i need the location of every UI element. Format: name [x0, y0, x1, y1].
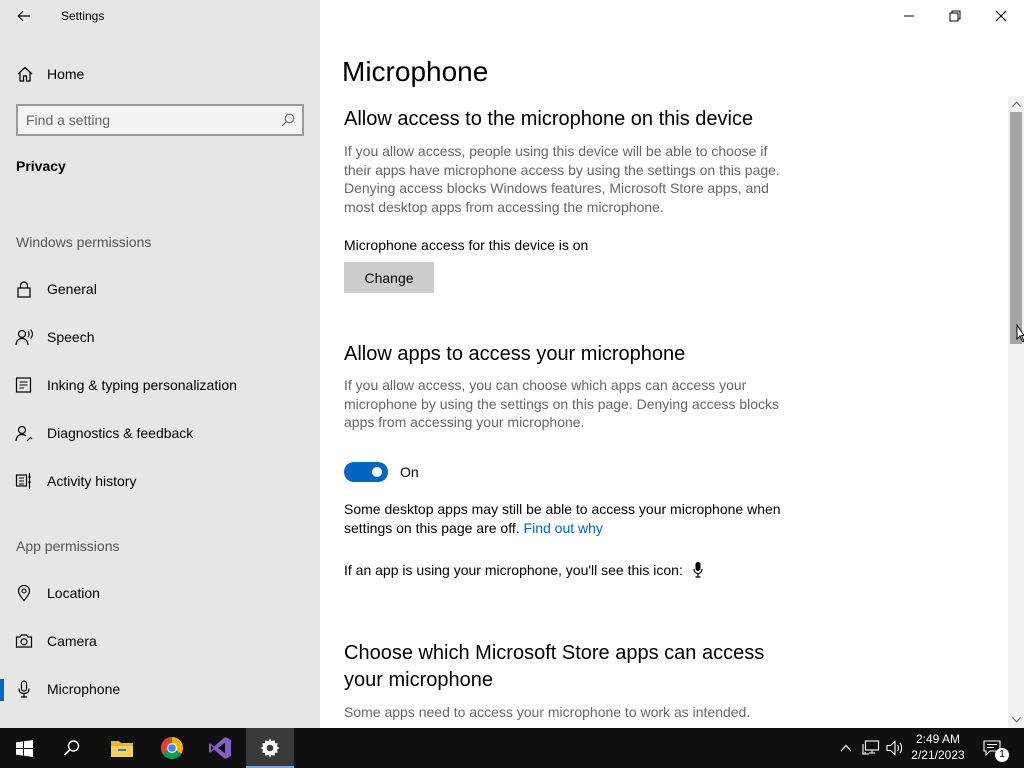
- restore-button[interactable]: [932, 0, 978, 32]
- camera-icon: [15, 634, 33, 648]
- titlebar-left: Settings: [0, 0, 320, 32]
- sidebar-item-label: Camera: [47, 633, 97, 649]
- microphone-indicator-icon: [693, 562, 703, 578]
- file-explorer-icon: [111, 741, 133, 757]
- app-access-description: If you allow access, you can choose whic…: [344, 377, 780, 430]
- sidebar-item-general[interactable]: General: [0, 269, 320, 309]
- sidebar-item-location[interactable]: Location: [0, 573, 320, 613]
- scroll-down-button[interactable]: [1008, 712, 1024, 728]
- toggle-state-label: On: [400, 464, 419, 480]
- chrome-icon: [161, 737, 183, 759]
- restore-icon: [949, 10, 961, 22]
- sidebar-item-speech[interactable]: Speech: [0, 317, 320, 357]
- clock-time: 2:49 AM: [915, 732, 961, 746]
- sidebar-item-label: Home: [47, 66, 85, 82]
- inking-icon: [15, 377, 32, 393]
- close-icon: [995, 10, 1007, 22]
- show-hidden-icons-button[interactable]: [836, 738, 856, 758]
- taskbar-chrome[interactable]: [148, 728, 196, 768]
- mouse-cursor-icon: [1016, 324, 1024, 343]
- scrollbar-thumb[interactable]: [1010, 112, 1022, 344]
- sidebar-item-camera[interactable]: Camera: [0, 621, 320, 661]
- clock-date: 2/21/2023: [911, 748, 965, 762]
- toggle-knob: [372, 467, 382, 477]
- content-scrollbar[interactable]: [1008, 96, 1024, 728]
- minimize-button[interactable]: [886, 0, 932, 32]
- home-icon: [17, 66, 33, 82]
- find-out-why-link[interactable]: Find out why: [524, 520, 603, 536]
- notification-count-badge: 1: [995, 748, 1009, 762]
- sidebar-item-inking-typing[interactable]: Inking & typing personalization: [0, 365, 320, 405]
- diagnostics-icon: [15, 425, 33, 442]
- taskbar-visual-studio[interactable]: [196, 728, 244, 768]
- app-access-toggle[interactable]: [344, 462, 388, 482]
- app-title: Settings: [61, 9, 105, 23]
- device-access-title: Allow access to the microphone on this d…: [344, 108, 754, 130]
- sidebar-item-microphone[interactable]: Microphone: [0, 669, 320, 709]
- app-access-title: Allow apps to access your microphone: [344, 343, 686, 365]
- main-content: Microphone Allow access to the microphon…: [320, 32, 1008, 728]
- search-icon: [63, 740, 80, 756]
- desktop-apps-note: Some desktop apps may still be able to a…: [344, 500, 784, 537]
- sidebar-item-label: Diagnostics & feedback: [47, 425, 194, 441]
- taskbar: 2:49 AM 2/21/2023 1: [0, 728, 1024, 768]
- chevron-up-icon: [840, 744, 852, 752]
- sidebar-section-title: Privacy: [16, 158, 66, 174]
- taskbar-settings[interactable]: [246, 728, 294, 768]
- sidebar-item-label: General: [47, 281, 97, 297]
- settings-sidebar: Settings Home Privacy Windows permission…: [0, 0, 320, 728]
- back-button[interactable]: [8, 2, 40, 30]
- search-icon[interactable]: [280, 112, 296, 128]
- settings-search-box[interactable]: [16, 104, 304, 136]
- scroll-up-button[interactable]: [1008, 96, 1024, 112]
- sidebar-item-label: Location: [47, 585, 100, 601]
- mic-icon-note: If an app is using your microphone, you'…: [344, 562, 703, 578]
- taskbar-search-button[interactable]: [48, 728, 96, 768]
- back-arrow-icon: [17, 10, 30, 22]
- chevron-down-icon: [1011, 717, 1021, 723]
- sidebar-item-diagnostics[interactable]: Diagnostics & feedback: [0, 413, 320, 453]
- volume-tray-button[interactable]: [885, 738, 905, 758]
- taskbar-clock[interactable]: 2:49 AM 2/21/2023: [906, 731, 970, 763]
- store-apps-title: Choose which Microsoft Store apps can ac…: [344, 642, 765, 691]
- sidebar-item-label: Inking & typing personalization: [47, 377, 237, 393]
- lock-icon: [17, 281, 31, 298]
- group-title-app-permissions: App permissions: [16, 538, 120, 554]
- group-title-windows-permissions: Windows permissions: [16, 234, 152, 250]
- microphone-icon: [18, 680, 30, 698]
- mic-icon-note-text: If an app is using your microphone, you'…: [344, 562, 683, 578]
- device-access-description: If you allow access, people using this d…: [344, 143, 780, 215]
- start-button[interactable]: [0, 728, 48, 768]
- network-icon: [862, 740, 880, 755]
- sidebar-item-label: Microphone: [47, 681, 121, 697]
- network-tray-button[interactable]: [861, 738, 881, 758]
- start-icon: [15, 739, 33, 757]
- search-input[interactable]: [26, 111, 276, 129]
- device-access-status: Microphone access for this device is on: [344, 237, 589, 253]
- volume-icon: [886, 740, 903, 756]
- sidebar-item-home[interactable]: Home: [0, 58, 320, 90]
- taskbar-file-explorer[interactable]: [98, 728, 146, 768]
- selection-indicator: [0, 679, 4, 701]
- page-title: Microphone: [342, 56, 489, 87]
- close-button[interactable]: [978, 0, 1024, 32]
- settings-icon: [260, 738, 280, 758]
- sidebar-item-activity-history[interactable]: Activity history: [0, 461, 320, 501]
- chevron-up-icon: [1011, 101, 1021, 107]
- sidebar-item-label: Activity history: [47, 473, 137, 489]
- speech-icon: [15, 329, 33, 346]
- minimize-icon: [904, 15, 914, 17]
- store-apps-description: Some apps need to access your microphone…: [344, 704, 751, 720]
- visual-studio-icon: [209, 737, 231, 759]
- change-button[interactable]: Change: [344, 262, 434, 293]
- location-icon: [17, 584, 31, 602]
- sidebar-item-label: Speech: [47, 329, 95, 345]
- activity-history-icon: [15, 473, 31, 489]
